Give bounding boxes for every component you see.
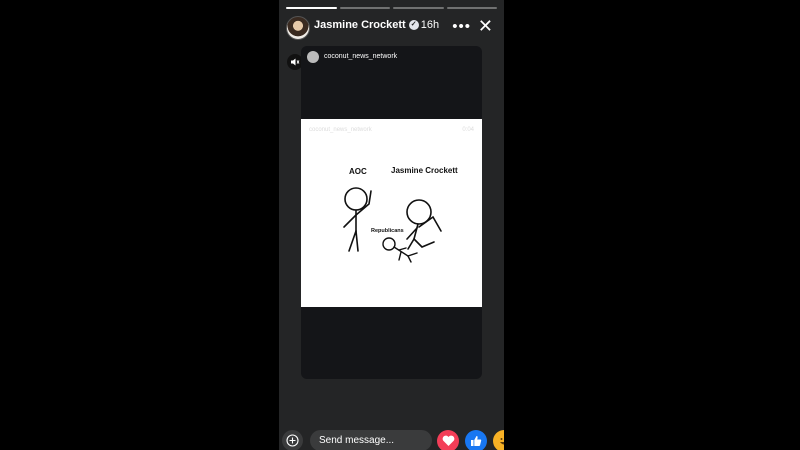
label-jasmine-crockett: Jasmine Crockett bbox=[391, 166, 458, 175]
story-media[interactable]: coconut_news_network coconut_news_networ… bbox=[301, 46, 482, 379]
label-aoc: AOC bbox=[349, 167, 367, 176]
shared-post-username: coconut_news_network bbox=[324, 53, 398, 60]
verified-badge-icon: ✓ bbox=[408, 20, 419, 31]
story-header: Jasmine Crockett ✓ 16h ••• ✕ bbox=[286, 16, 497, 40]
shared-post-avatar bbox=[307, 51, 319, 63]
label-republicans: Republicans bbox=[371, 228, 404, 234]
progress-segment bbox=[339, 7, 390, 9]
story-viewer: Jasmine Crockett ✓ 16h ••• ✕ coconut_news_… bbox=[279, 0, 504, 450]
reaction-love-icon[interactable] bbox=[437, 430, 459, 450]
progress-segment bbox=[446, 7, 497, 9]
story-progress-bar bbox=[286, 7, 497, 9]
progress-segment bbox=[393, 7, 444, 9]
add-circle-icon[interactable] bbox=[282, 430, 303, 450]
message-input[interactable]: Send message... bbox=[310, 430, 432, 450]
shared-video-frame: coconut_news_network 0:04 AOC Jasmine Cr… bbox=[301, 119, 482, 307]
reaction-haha-icon[interactable] bbox=[493, 430, 504, 450]
story-time: 16h bbox=[420, 19, 440, 31]
comic-illustration: AOC Jasmine Crockett Republicans bbox=[343, 166, 458, 263]
figure-jasmine-crockett bbox=[406, 199, 442, 250]
figure-aoc bbox=[343, 187, 372, 252]
story-author[interactable]: Jasmine Crockett ✓ 16h bbox=[314, 19, 439, 31]
more-horizontal-icon[interactable]: ••• bbox=[452, 18, 471, 35]
close-icon[interactable]: ✕ bbox=[478, 16, 493, 37]
author-name[interactable]: Jasmine Crockett bbox=[314, 19, 406, 31]
reaction-like-icon[interactable] bbox=[465, 430, 487, 450]
progress-segment bbox=[286, 7, 337, 9]
reply-bar: Send message... bbox=[279, 428, 504, 450]
avatar[interactable] bbox=[286, 16, 310, 40]
